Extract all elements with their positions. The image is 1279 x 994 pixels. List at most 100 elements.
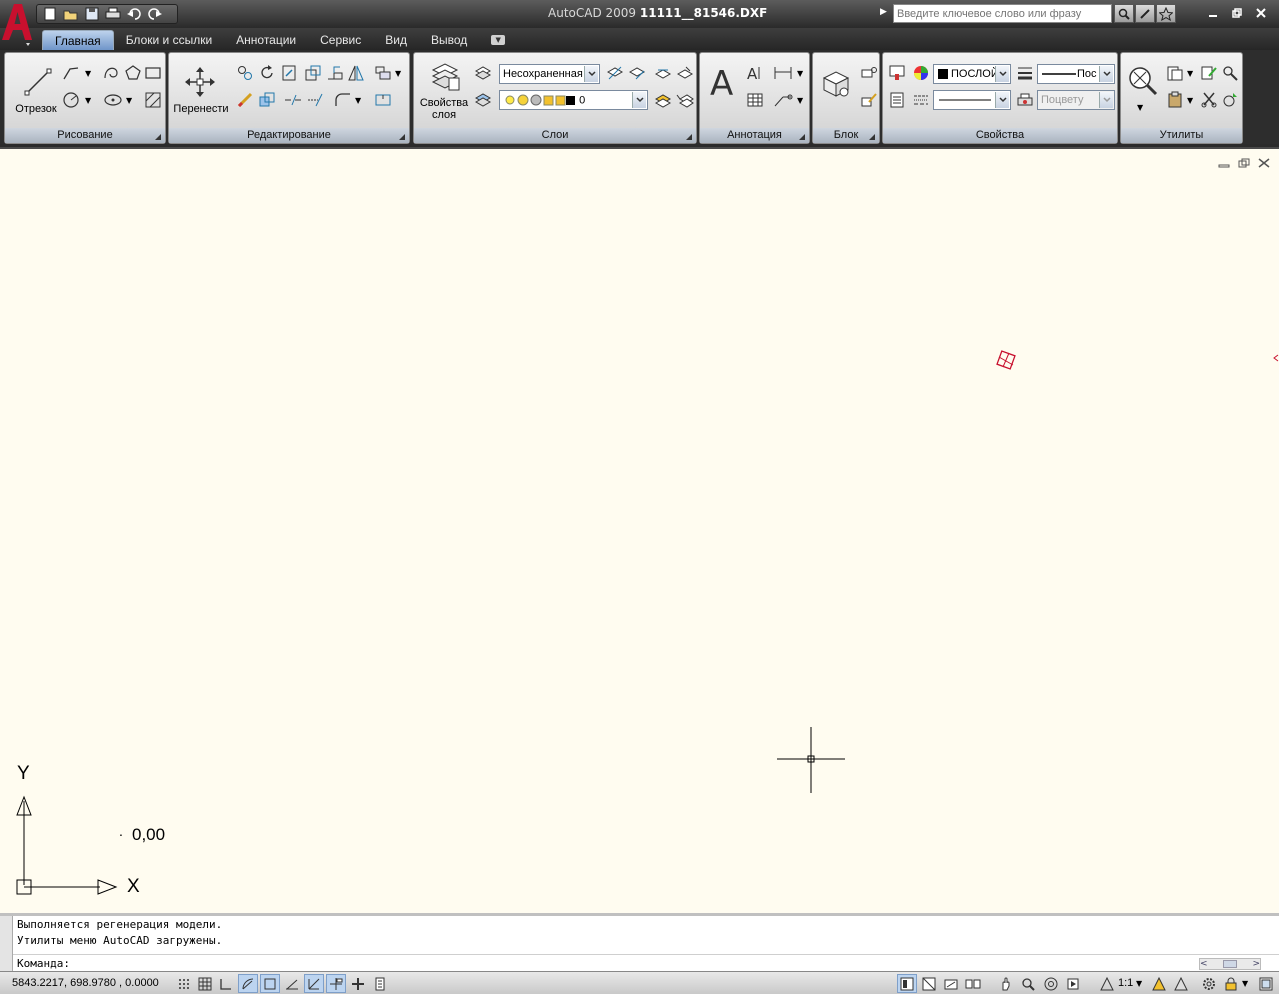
pan-icon[interactable] (996, 974, 1016, 993)
print-icon[interactable] (104, 6, 122, 22)
circle-icon[interactable] (61, 90, 81, 110)
command-window-grip[interactable] (0, 916, 13, 971)
layer-match-icon[interactable] (675, 90, 695, 110)
panel-draw-expand-icon[interactable] (155, 134, 161, 140)
chevron-down-icon[interactable] (995, 66, 1009, 82)
scale-icon[interactable] (303, 63, 323, 83)
open-file-icon[interactable] (62, 6, 80, 22)
erase-icon[interactable] (235, 90, 255, 110)
doc-restore-icon[interactable] (1237, 157, 1251, 169)
tab-annotate[interactable]: Аннотации (224, 30, 308, 50)
tab-blocks-references[interactable]: Блоки и ссылки (114, 30, 224, 50)
dimension-dropdown-icon[interactable]: ▼ (797, 69, 803, 78)
rotate-icon[interactable] (257, 63, 277, 83)
panel-layers-expand-icon[interactable] (686, 134, 692, 140)
showmotion-icon[interactable] (1063, 974, 1083, 993)
layer-properties-icon[interactable] (428, 59, 462, 93)
quick-view-layouts-icon[interactable] (941, 974, 961, 993)
ortho-mode-icon[interactable] (216, 974, 236, 993)
favorites-star-icon[interactable] (1156, 4, 1176, 23)
array-dropdown-icon[interactable]: ▼ (395, 69, 401, 78)
minimize-icon[interactable] (1204, 4, 1222, 22)
break-icon[interactable] (283, 90, 303, 110)
application-menu-button[interactable] (0, 0, 34, 48)
command-prompt[interactable]: Команда: (17, 957, 70, 970)
plot-style-combo[interactable]: Поцвету (1037, 90, 1115, 110)
single-line-text-icon[interactable]: A (745, 63, 765, 83)
layer-off-icon[interactable] (653, 63, 673, 83)
panel-modify-expand-icon[interactable] (399, 134, 405, 140)
annotation-visibility-icon[interactable] (1149, 974, 1169, 993)
panel-block-expand-icon[interactable] (869, 134, 875, 140)
paste-dropdown-icon[interactable]: ▼ (1187, 69, 1193, 78)
paste-icon[interactable] (1165, 63, 1185, 83)
linear-dimension-icon[interactable] (773, 63, 793, 83)
object-snap-tracking-icon[interactable] (282, 974, 302, 993)
model-space-icon[interactable] (897, 974, 917, 993)
chevron-down-icon[interactable] (584, 66, 598, 82)
join-icon[interactable] (373, 90, 393, 110)
layer-previous-icon[interactable] (473, 90, 493, 110)
drawing-canvas[interactable]: Y X . 0,00 (0, 147, 1279, 913)
steering-wheel-icon[interactable] (1041, 974, 1061, 993)
select-similar-icon[interactable] (1220, 90, 1240, 110)
layout-icon[interactable] (919, 974, 939, 993)
tab-view[interactable]: Вид (373, 30, 419, 50)
plot-style-icon[interactable] (1015, 90, 1035, 110)
cut-icon[interactable] (1199, 90, 1219, 110)
search-expand-icon[interactable]: ▶ (880, 7, 887, 17)
status-menu-dropdown-icon[interactable]: ▼ (1242, 979, 1248, 988)
multileader-icon[interactable] (773, 90, 793, 110)
polyline-icon[interactable] (61, 63, 81, 83)
polygon-icon[interactable] (123, 63, 143, 83)
chevron-down-icon[interactable] (632, 92, 646, 108)
command-horizontal-scrollbar[interactable]: < > (1199, 958, 1261, 970)
edit-block-icon[interactable] (859, 90, 879, 110)
zoom-dropdown-icon[interactable]: ▼ (1137, 103, 1143, 112)
search-input[interactable] (893, 4, 1112, 23)
quick-select-icon[interactable] (1199, 63, 1219, 83)
chevron-down-icon[interactable] (1099, 66, 1113, 82)
cursor-coordinates[interactable]: 5843.2217, 698.9780 , 0.0000 (12, 977, 159, 989)
rectangle-icon[interactable] (143, 63, 163, 83)
panel-annotation-expand-icon[interactable] (799, 134, 805, 140)
copy-icon[interactable] (235, 63, 255, 83)
mirror-icon[interactable] (346, 63, 366, 83)
multileader-dropdown-icon[interactable]: ▼ (797, 96, 803, 105)
multiline-text-icon[interactable]: A (706, 63, 740, 103)
chevron-down-icon[interactable] (995, 92, 1009, 108)
snap-mode-icon[interactable] (174, 974, 194, 993)
move-icon[interactable] (183, 65, 217, 99)
polyline-dropdown-icon[interactable]: ▼ (85, 69, 91, 78)
new-file-icon[interactable] (41, 6, 59, 22)
chevron-down-icon[interactable] (1099, 92, 1113, 108)
linetype-icon[interactable] (911, 90, 931, 110)
clipboard-icon[interactable] (1165, 90, 1185, 110)
fillet-dropdown-icon[interactable]: ▼ (355, 96, 361, 105)
tab-home[interactable]: Главная (42, 30, 114, 50)
annotation-scale-dropdown-icon[interactable]: ▼ (1136, 979, 1142, 988)
clipboard-dropdown-icon[interactable]: ▼ (1187, 96, 1193, 105)
ellipse-dropdown-icon[interactable]: ▼ (126, 96, 132, 105)
layer-states-icon[interactable] (473, 63, 493, 83)
circle-dropdown-icon[interactable]: ▼ (85, 96, 91, 105)
table-icon[interactable] (745, 90, 765, 110)
lineweight-combo[interactable]: Пос (1037, 64, 1115, 84)
ribbon-minimize-icon[interactable]: ▼ (491, 35, 506, 45)
linetype-combo[interactable] (933, 90, 1011, 110)
make-current-layer-icon[interactable] (653, 90, 673, 110)
zoom-icon[interactable] (1018, 974, 1038, 993)
find-icon[interactable] (1220, 63, 1240, 83)
layer-properties-label[interactable]: Свойства слоя (414, 97, 474, 121)
hatch-icon[interactable] (143, 90, 163, 110)
line-tool-icon[interactable] (21, 65, 55, 99)
match-properties-icon[interactable] (887, 63, 907, 83)
object-snap-icon[interactable] (260, 974, 280, 993)
layer-freeze-icon[interactable] (627, 63, 647, 83)
grid-display-icon[interactable] (195, 974, 215, 993)
polar-tracking-icon[interactable] (238, 974, 258, 993)
restore-icon[interactable] (1228, 4, 1246, 22)
tab-tools[interactable]: Сервис (308, 30, 373, 50)
auto-scale-icon[interactable] (1171, 974, 1191, 993)
dynamic-input-icon[interactable] (326, 974, 346, 993)
